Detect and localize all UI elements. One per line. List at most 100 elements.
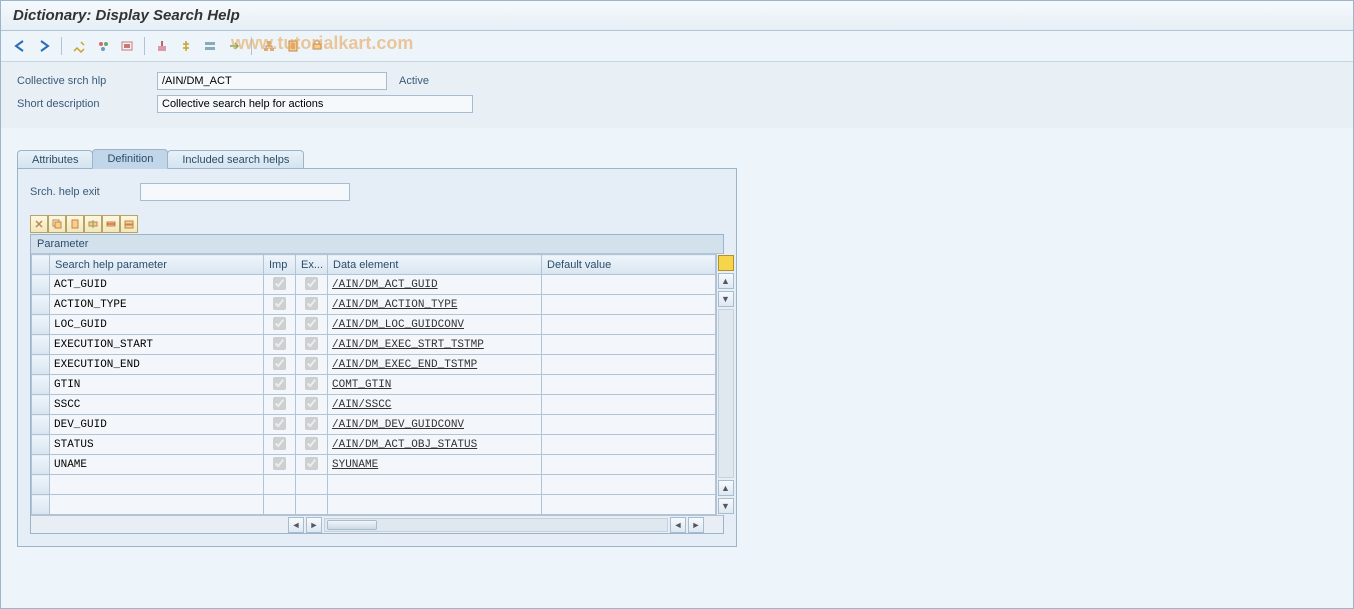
row-selector[interactable]: [32, 475, 50, 495]
imp-checkbox[interactable]: [264, 495, 296, 515]
param-cell[interactable]: [50, 295, 263, 314]
param-cell[interactable]: [50, 315, 263, 334]
exp-checkbox[interactable]: [296, 335, 328, 355]
hierarchy-button[interactable]: [258, 35, 280, 57]
row-selector[interactable]: [32, 495, 50, 515]
imp-checkbox[interactable]: [264, 475, 296, 495]
default-value-cell[interactable]: [542, 395, 716, 415]
select-all-header[interactable]: [32, 255, 50, 275]
param-cell[interactable]: [50, 335, 263, 354]
data-element-link[interactable]: /AIN/DM_EXEC_END_TSTMP: [328, 357, 541, 373]
imp-checkbox[interactable]: [264, 275, 296, 295]
data-element-link[interactable]: /AIN/DM_DEV_GUIDCONV: [328, 417, 541, 433]
row-selector[interactable]: [32, 375, 50, 395]
row-selector[interactable]: [32, 275, 50, 295]
default-value-cell[interactable]: [542, 335, 716, 355]
data-element-link[interactable]: /AIN/DM_EXEC_STRT_TSTMP: [328, 337, 541, 353]
default-value-cell[interactable]: [542, 295, 716, 315]
vertical-scrollbar[interactable]: ▲ ▼ ▲ ▼: [716, 254, 734, 515]
exp-checkbox[interactable]: [296, 415, 328, 435]
scroll-up-button[interactable]: ▲: [718, 273, 734, 289]
scroll-right-button-2[interactable]: ►: [688, 517, 704, 533]
activate-button[interactable]: [151, 35, 173, 57]
exp-checkbox[interactable]: [296, 395, 328, 415]
param-cell[interactable]: [50, 355, 263, 374]
default-value-cell[interactable]: [542, 355, 716, 375]
tab-included-search-helps[interactable]: Included search helps: [167, 150, 304, 169]
exp-checkbox[interactable]: [296, 315, 328, 335]
exp-checkbox[interactable]: [296, 355, 328, 375]
exp-checkbox[interactable]: [296, 435, 328, 455]
scroll-down-button[interactable]: ▼: [718, 291, 734, 307]
data-element-link[interactable]: /AIN/SSCC: [328, 397, 541, 413]
scroll-track[interactable]: [718, 309, 734, 478]
duplicate-row-button[interactable]: [120, 215, 138, 233]
imp-checkbox[interactable]: [264, 315, 296, 335]
navigate-button[interactable]: [223, 35, 245, 57]
default-value-cell[interactable]: [542, 315, 716, 335]
param-cell[interactable]: [50, 455, 263, 474]
data-element-link[interactable]: /AIN/DM_ACT_OBJ_STATUS: [328, 437, 541, 453]
param-cell[interactable]: [50, 435, 263, 454]
imp-checkbox[interactable]: [264, 375, 296, 395]
exp-checkbox[interactable]: [296, 275, 328, 295]
forward-button[interactable]: [33, 35, 55, 57]
delete-row-button[interactable]: [102, 215, 120, 233]
data-element-link[interactable]: /AIN/DM_LOC_GUIDCONV: [328, 317, 541, 333]
display-change-button[interactable]: [68, 35, 90, 57]
imp-checkbox[interactable]: [264, 295, 296, 315]
row-selector[interactable]: [32, 295, 50, 315]
default-value-cell[interactable]: [542, 435, 716, 455]
imp-checkbox[interactable]: [264, 435, 296, 455]
exp-checkbox[interactable]: [296, 475, 328, 495]
param-cell[interactable]: [50, 275, 263, 294]
scroll-right-button[interactable]: ►: [306, 517, 322, 533]
exp-checkbox[interactable]: [296, 455, 328, 475]
data-element-link[interactable]: COMT_GTIN: [328, 377, 541, 393]
param-cell[interactable]: [50, 395, 263, 414]
imp-checkbox[interactable]: [264, 355, 296, 375]
data-element-link[interactable]: /AIN/DM_ACT_GUID: [328, 277, 541, 293]
exp-checkbox[interactable]: [296, 375, 328, 395]
default-value-cell[interactable]: [542, 495, 716, 515]
scroll-down-button-2[interactable]: ▼: [718, 498, 734, 514]
exp-checkbox[interactable]: [296, 295, 328, 315]
srch-help-exit-input[interactable]: [140, 183, 350, 201]
default-value-cell[interactable]: [542, 415, 716, 435]
default-value-cell[interactable]: [542, 475, 716, 495]
hscroll-track[interactable]: [324, 518, 668, 532]
row-selector[interactable]: [32, 355, 50, 375]
default-value-cell[interactable]: [542, 275, 716, 295]
table-settings-button[interactable]: [718, 255, 734, 271]
check-button[interactable]: [116, 35, 138, 57]
tab-attributes[interactable]: Attributes: [17, 150, 93, 169]
other-object-button[interactable]: [92, 35, 114, 57]
imp-checkbox[interactable]: [264, 455, 296, 475]
scroll-left-button-2[interactable]: ◄: [670, 517, 686, 533]
row-selector[interactable]: [32, 315, 50, 335]
data-element-link[interactable]: /AIN/DM_ACTION_TYPE: [328, 297, 541, 313]
documentation-button[interactable]: [282, 35, 304, 57]
hscroll-thumb[interactable]: [327, 520, 377, 530]
insert-row-button[interactable]: [84, 215, 102, 233]
col-imp[interactable]: Imp: [264, 255, 296, 275]
scroll-up-button-2[interactable]: ▲: [718, 480, 734, 496]
col-data-element[interactable]: Data element: [328, 255, 542, 275]
row-selector[interactable]: [32, 415, 50, 435]
row-selector[interactable]: [32, 395, 50, 415]
data-element-link[interactable]: SYUNAME: [328, 457, 541, 473]
imp-checkbox[interactable]: [264, 395, 296, 415]
param-cell[interactable]: [50, 415, 263, 434]
short-desc-input[interactable]: [157, 95, 473, 113]
collective-srch-input[interactable]: [157, 72, 387, 90]
col-default-value[interactable]: Default value: [542, 255, 716, 275]
param-cell[interactable]: [50, 495, 263, 514]
imp-checkbox[interactable]: [264, 335, 296, 355]
imp-checkbox[interactable]: [264, 415, 296, 435]
row-selector[interactable]: [32, 435, 50, 455]
scroll-left-button[interactable]: ◄: [288, 517, 304, 533]
param-cell[interactable]: [50, 375, 263, 394]
row-selector[interactable]: [32, 335, 50, 355]
print-button[interactable]: [306, 35, 328, 57]
param-cell[interactable]: [50, 475, 263, 494]
